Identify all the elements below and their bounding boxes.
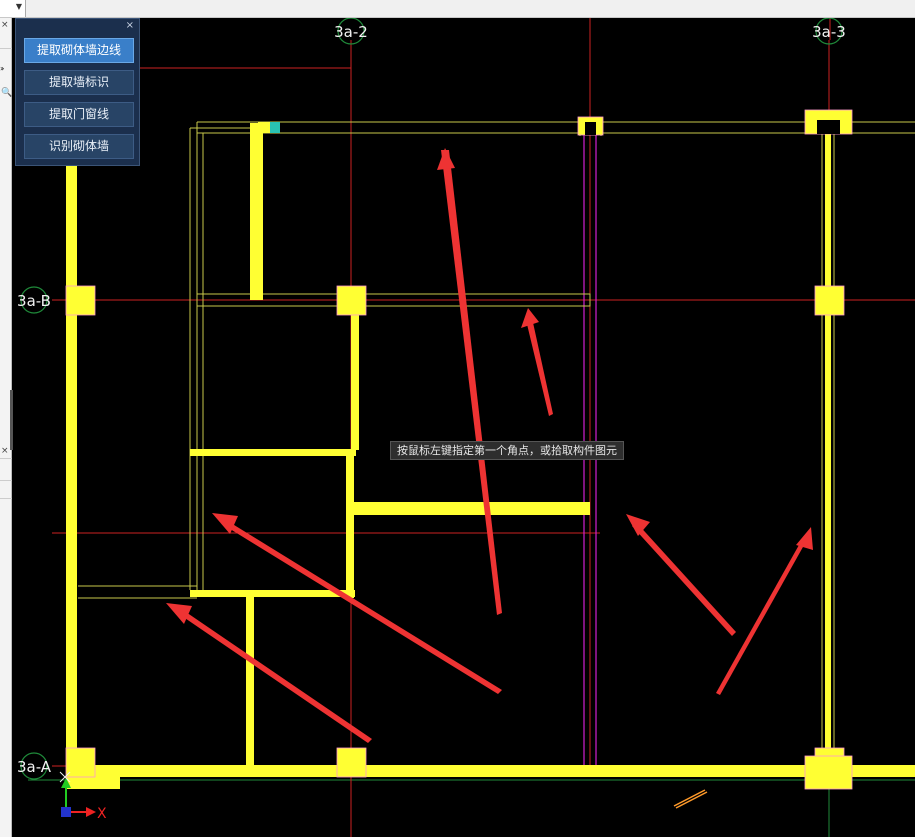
extract-wall-edge-button[interactable]: 提取砌体墙边线 (24, 38, 134, 63)
close-icon[interactable]: × (126, 20, 134, 31)
axis-label-col-1: 3a-2 (334, 23, 368, 41)
axis-label-row-1: 3a-B (17, 292, 51, 310)
top-dropdown[interactable]: ▼ (0, 0, 26, 17)
identify-masonry-wall-button[interactable]: 识别砌体墙 (24, 134, 134, 159)
close-icon[interactable]: × (1, 20, 9, 30)
extract-door-window-button[interactable]: 提取门窗线 (24, 102, 134, 127)
expand-icon[interactable]: ›› (0, 64, 5, 73)
top-toolbar-strip: ▼ (0, 0, 915, 18)
ucs-x-label: X (97, 806, 107, 822)
panel-divider (0, 458, 12, 459)
panel-divider (0, 48, 12, 49)
wall-extraction-tool-panel: × 提取砌体墙边线 提取墙标识 提取门窗线 识别砌体墙 (15, 18, 140, 166)
command-prompt-tooltip: 按鼠标左键指定第一个角点，或拾取构件图元 (390, 441, 624, 460)
left-side-panel: × ›› 🔍 × (0, 18, 13, 837)
extract-wall-label-button[interactable]: 提取墙标识 (24, 70, 134, 95)
panel-divider (0, 480, 12, 481)
panel-splitter[interactable] (10, 390, 13, 450)
panel-divider (0, 498, 12, 499)
chevron-down-icon: ▼ (15, 2, 22, 11)
search-icon[interactable]: 🔍 (1, 88, 12, 98)
close-icon[interactable]: × (1, 446, 9, 456)
axis-label-col-2: 3a-3 (812, 23, 846, 41)
axis-label-row-2: 3a-A (17, 758, 52, 776)
cyan-marker (270, 122, 280, 133)
